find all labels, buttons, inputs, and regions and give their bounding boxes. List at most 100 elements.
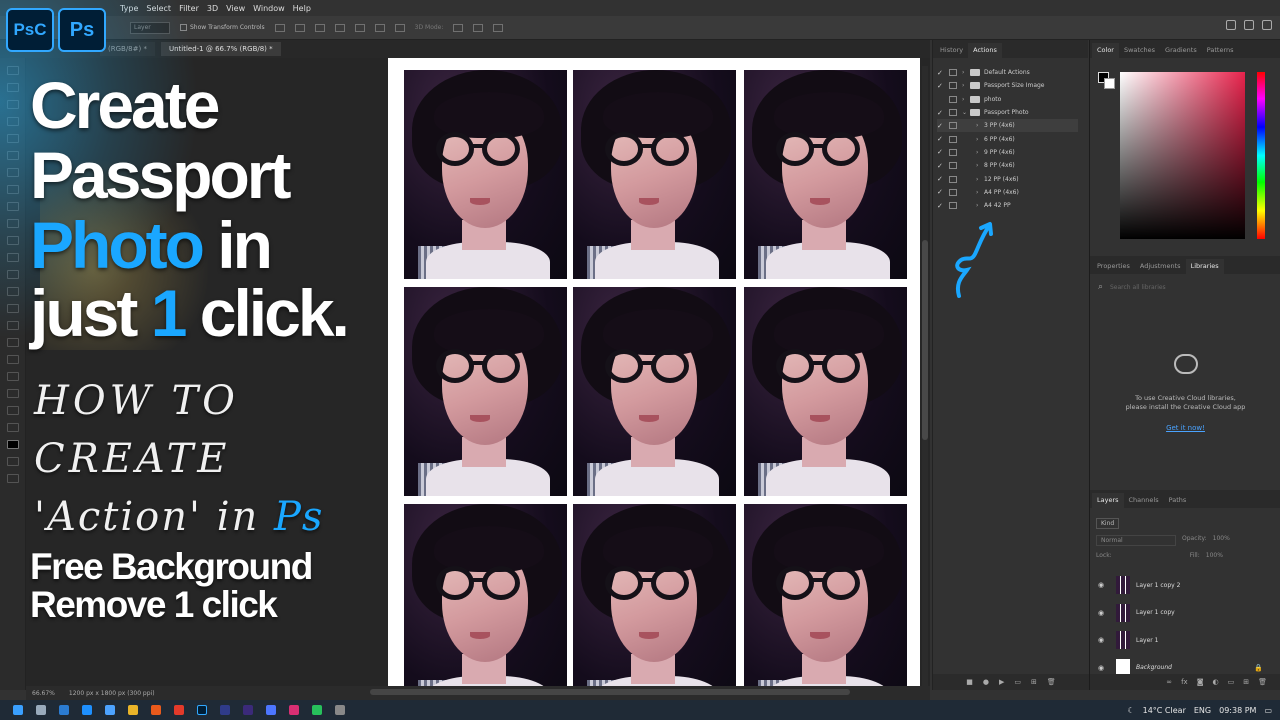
distribute-icon[interactable] (394, 23, 405, 32)
opera-icon[interactable] (174, 705, 184, 715)
instagram-icon[interactable] (289, 705, 299, 715)
history-brush-tool-icon[interactable] (6, 236, 19, 245)
foreground-color-swatch[interactable] (6, 440, 19, 449)
task-view-icon[interactable] (36, 705, 46, 715)
dialog-toggle-icon[interactable] (949, 162, 957, 170)
document-canvas[interactable] (388, 58, 920, 686)
expand-chevron-icon[interactable]: › (976, 176, 984, 183)
menu-help[interactable]: Help (293, 4, 311, 13)
fill-value[interactable]: 100% (1206, 552, 1223, 559)
visibility-eye-icon[interactable]: ◉ (1094, 581, 1108, 589)
play-icon[interactable]: ▶ (999, 678, 1004, 686)
align-center-icon[interactable] (294, 23, 305, 32)
new-action-icon[interactable]: ⊞ (1031, 678, 1037, 686)
dialog-toggle-icon[interactable] (949, 135, 957, 143)
action-set-row[interactable]: ✓ › Default Actions (937, 66, 1088, 79)
adjustment-layer-icon[interactable]: ◐ (1213, 678, 1219, 686)
new-layer-icon[interactable]: ⊞ (1243, 678, 1249, 686)
menu-select[interactable]: Select (146, 4, 171, 13)
type-tool-icon[interactable] (6, 338, 19, 347)
share-icon[interactable] (1262, 20, 1272, 30)
dialog-toggle-icon[interactable] (949, 109, 957, 117)
expand-chevron-icon[interactable]: › (962, 69, 970, 76)
horizontal-scrollbar[interactable] (370, 689, 850, 695)
3d-orbit-icon[interactable] (453, 23, 464, 32)
zoom-tool-icon[interactable] (6, 406, 19, 415)
align-top-icon[interactable] (334, 23, 345, 32)
delete-action-icon[interactable]: 🗑 (1047, 678, 1056, 686)
blur-tool-icon[interactable] (6, 287, 19, 296)
hand-tool-icon[interactable] (6, 389, 19, 398)
rectangle-tool-icon[interactable] (6, 372, 19, 381)
align-bottom-icon[interactable] (374, 23, 385, 32)
more-tools-icon[interactable] (6, 423, 19, 432)
lasso-tool-icon[interactable] (6, 100, 19, 109)
tab-swatches[interactable]: Swatches (1119, 43, 1160, 58)
hue-slider[interactable] (1257, 72, 1265, 239)
dialog-toggle-icon[interactable] (949, 175, 957, 183)
clone-stamp-tool-icon[interactable] (6, 219, 19, 228)
search-icon[interactable] (1226, 20, 1236, 30)
dialog-toggle-icon[interactable] (949, 188, 957, 196)
foreground-background-swatches[interactable] (1098, 72, 1118, 92)
align-right-icon[interactable] (314, 23, 325, 32)
layer-filter-kind[interactable]: Kind (1096, 518, 1120, 529)
healing-tool-icon[interactable] (6, 185, 19, 194)
delete-layer-icon[interactable]: 🗑 (1258, 678, 1267, 686)
expand-chevron-icon[interactable]: › (976, 149, 984, 156)
expand-chevron-icon[interactable]: › (962, 82, 970, 89)
language-indicator[interactable]: ENG (1194, 706, 1211, 715)
dialog-toggle-icon[interactable] (949, 95, 957, 103)
action-row[interactable]: ✓ › A4 42 PP (937, 199, 1088, 212)
vertical-scrollbar-thumb[interactable] (922, 240, 928, 440)
add-mask-icon[interactable]: ◙ (1197, 678, 1204, 686)
pen-tool-icon[interactable] (6, 321, 19, 330)
3d-video-icon[interactable] (493, 23, 504, 32)
stop-icon[interactable]: ■ (966, 678, 973, 686)
opacity-value[interactable]: 100% (1213, 535, 1230, 546)
action-toggle-checkbox[interactable]: ✓ (937, 148, 945, 156)
mail-icon[interactable] (59, 705, 69, 715)
action-toggle-checkbox[interactable]: ✓ (937, 109, 945, 117)
action-toggle-checkbox[interactable]: ✓ (937, 188, 945, 196)
expand-chevron-icon[interactable]: › (976, 136, 984, 143)
record-icon[interactable]: ● (983, 678, 989, 686)
tab-actions[interactable]: Actions (968, 43, 1002, 58)
show-transform-controls-checkbox[interactable]: Show Transform Controls (180, 24, 265, 31)
brush-tool-icon[interactable] (6, 202, 19, 211)
tab-history[interactable]: History (935, 43, 968, 58)
notification-icon[interactable]: ▭ (1264, 706, 1272, 715)
align-middle-icon[interactable] (354, 23, 365, 32)
3d-pan-icon[interactable] (473, 23, 484, 32)
action-toggle-checkbox[interactable]: ✓ (937, 162, 945, 170)
tab-channels[interactable]: Channels (1124, 493, 1164, 508)
photoshop-taskbar-icon[interactable] (197, 705, 207, 715)
layer-lock-icon[interactable]: 🔒 (1254, 664, 1263, 672)
expand-chevron-icon[interactable]: ⌄ (962, 109, 970, 116)
new-group-icon[interactable]: ▭ (1228, 678, 1235, 686)
move-tool-icon[interactable] (6, 66, 19, 75)
action-toggle-checkbox[interactable]: ✓ (937, 202, 945, 210)
quick-mask-icon[interactable] (6, 457, 19, 466)
file-explorer-icon[interactable] (128, 705, 138, 715)
dialog-toggle-icon[interactable] (949, 69, 957, 77)
quick-select-tool-icon[interactable] (6, 117, 19, 126)
expand-chevron-icon[interactable]: › (976, 122, 984, 129)
zoom-level[interactable]: 66.67% (32, 690, 55, 697)
menu-window[interactable]: Window (253, 4, 285, 13)
layer-row[interactable]: ◉ Layer 1 (1090, 627, 1280, 653)
action-set-row[interactable]: ✓ › Passport Size Image (937, 79, 1088, 92)
link-layers-icon[interactable]: ∞ (1166, 678, 1172, 686)
align-left-icon[interactable] (274, 23, 285, 32)
action-row[interactable]: ✓ › A4 PP (4x6) (937, 186, 1088, 199)
menu-type[interactable]: Type (120, 4, 138, 13)
frame-tool-icon[interactable] (6, 151, 19, 160)
eraser-tool-icon[interactable] (6, 253, 19, 262)
menu-filter[interactable]: Filter (179, 4, 199, 13)
tab-gradients[interactable]: Gradients (1160, 43, 1202, 58)
action-row[interactable]: ✓ › 8 PP (4x6) (937, 159, 1088, 172)
windows-start-icon[interactable] (13, 705, 23, 715)
fx-icon[interactable]: fx (1181, 678, 1188, 686)
new-set-icon[interactable]: ▭ (1014, 678, 1021, 686)
action-set-row[interactable]: › photo (937, 93, 1088, 106)
